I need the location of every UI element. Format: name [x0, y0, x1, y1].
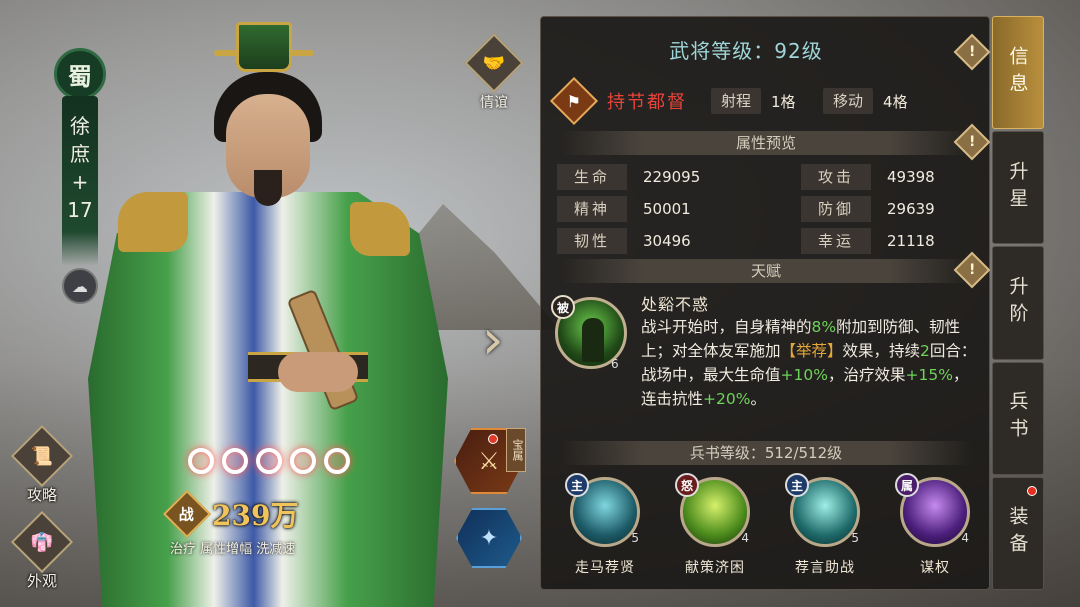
attr-label: 韧性 — [557, 228, 627, 254]
attr-label: 幸运 — [801, 228, 871, 254]
info-icon[interactable]: ! — [953, 33, 991, 71]
skill-item[interactable]: 主 5 走马荐贤 — [555, 473, 655, 577]
move-stat: 移动 4格 — [823, 87, 918, 115]
hero-shoulder-right — [350, 202, 410, 256]
skill-level: 5 — [631, 531, 639, 545]
talent-level: 6 — [611, 357, 619, 371]
skill-item[interactable]: 怒 4 献策济困 — [665, 473, 765, 577]
notification-dot — [1027, 485, 1037, 496]
hero-hat — [236, 22, 292, 72]
skill-name: 走马荐贤 — [575, 560, 635, 576]
tab-equipment-label: 装备 — [1006, 506, 1029, 561]
star-bead — [324, 448, 350, 474]
tab-war-book[interactable]: 兵书 — [992, 361, 1044, 475]
star-rank — [188, 448, 350, 474]
range-value: 1格 — [771, 92, 796, 111]
skill-level: 4 — [961, 531, 969, 545]
next-hero-arrow-icon[interactable]: › — [482, 310, 522, 370]
notification-dot — [488, 434, 498, 444]
hero-name-banner: 徐 庶 + 17 — [62, 96, 98, 266]
hero-hands — [278, 352, 358, 392]
star-bead — [290, 448, 316, 474]
appearance-label: 外观 — [26, 572, 57, 590]
attr-label: 防御 — [801, 196, 871, 222]
tab-rank-up[interactable]: 升阶 — [992, 246, 1044, 360]
treasure-tag: 宝属 — [506, 428, 526, 472]
attr-value: 49398 — [887, 168, 935, 186]
role-name: 持节都督 — [607, 92, 687, 113]
skill-level: 5 — [851, 531, 859, 545]
friendship-label: 情谊 — [480, 95, 508, 111]
skill-name: 谋权 — [920, 560, 950, 576]
hero-beard — [254, 170, 282, 206]
hero-info-panel: 武将等级：92级 ! ⚑ 持节都督 射程 1格 移动 4格 属性预览 ! 生命 … — [540, 16, 991, 590]
range-label: 射程 — [711, 88, 762, 114]
tab-info[interactable]: 信息 — [992, 16, 1044, 130]
star-bead — [188, 448, 214, 474]
skill-type-badge: 主 — [785, 473, 809, 497]
handshake-icon: 🤝 — [482, 52, 506, 74]
battle-power: 战 239万 — [162, 489, 299, 539]
attribute-grid: 生命 229095 攻击 49398 精神 50001 防御 29639 韧性 … — [557, 161, 977, 257]
voice-toggle-icon[interactable]: ☁ — [62, 268, 98, 304]
attr-section-title: 属性预览 — [561, 131, 971, 155]
attr-label: 攻击 — [801, 164, 871, 190]
move-label: 移动 — [823, 88, 874, 114]
talent-section-title: 天赋 — [561, 259, 971, 283]
constellation-icon: ✦ — [479, 525, 499, 551]
friendship-button[interactable]: 🤝 情谊 — [464, 33, 524, 112]
skill-type-badge: 属 — [895, 473, 919, 497]
attr-value: 50001 — [643, 200, 691, 218]
attr-value: 30496 — [643, 232, 691, 250]
skill-item[interactable]: 主 5 荐言助战 — [775, 473, 875, 577]
buff-link[interactable]: 【举荐】 — [781, 342, 843, 360]
attr-label: 精神 — [557, 196, 627, 222]
hero-name-char: 庶 — [70, 142, 90, 166]
role-row: ⚑ 持节都督 射程 1格 移动 4格 — [549, 76, 981, 126]
side-tabs: 信息 升星 升阶 兵书 装备 — [992, 16, 1044, 591]
battle-power-value: 239万 — [212, 499, 299, 532]
attribute-row: 精神 50001 防御 29639 — [557, 193, 977, 225]
book-level-title: 兵书等级：512/512级 — [561, 441, 971, 465]
appearance-button[interactable]: 👘 外观 — [10, 510, 74, 591]
skill-name: 荐言助战 — [795, 560, 855, 576]
passive-badge: 被 — [551, 295, 575, 319]
tab-equipment[interactable]: 装备 — [992, 476, 1044, 591]
spear-icon: ⚔ — [478, 447, 500, 475]
attr-value: 229095 — [643, 168, 701, 186]
hero-name-char: + — [71, 170, 89, 194]
skill-type-badge: 怒 — [675, 473, 699, 497]
talent-description: 战斗开始时，自身精神的8%附加到防御、韧性上；对全体友军施加【举荐】效果，持续2… — [641, 318, 977, 408]
skill-list: 主 5 走马荐贤 怒 4 献策济困 主 5 荐言助战 属 4 谋权 — [555, 473, 985, 577]
strategy-button[interactable]: 📜 攻略 — [10, 424, 74, 505]
skill-item[interactable]: 属 4 谋权 — [885, 473, 985, 577]
star-bead — [256, 448, 282, 474]
faction-badge: 蜀 徐 庶 + 17 — [52, 48, 108, 266]
role-class-icon: ⚑ — [549, 76, 599, 126]
skill-name: 献策济困 — [685, 560, 745, 576]
hero-level-title: 武将等级：92级 — [669, 39, 823, 63]
strategy-label: 攻略 — [26, 486, 57, 504]
skill-type-badge: 主 — [565, 473, 589, 497]
scroll-icon: 📜 — [30, 445, 54, 467]
attribute-row: 生命 229095 攻击 49398 — [557, 161, 977, 193]
star-bead — [222, 448, 248, 474]
skill-level: 4 — [741, 531, 749, 545]
hero-name-char: 徐 — [70, 114, 90, 138]
hero-shoulder-left — [118, 192, 188, 252]
robe-icon: 👘 — [30, 531, 54, 553]
battle-power-icon: 战 — [162, 489, 212, 539]
hero-name-char: 17 — [67, 198, 93, 222]
attr-label: 生命 — [557, 164, 627, 190]
tab-star-up[interactable]: 升星 — [992, 131, 1044, 245]
attr-value: 29639 — [887, 200, 935, 218]
faction-emblem: 蜀 — [54, 48, 106, 100]
hero-role-tags: 治疗 属性增幅 洗减速 — [170, 542, 296, 557]
attribute-row: 韧性 30496 幸运 21118 — [557, 225, 977, 257]
attr-value: 21118 — [887, 232, 935, 250]
range-stat: 射程 1格 — [711, 87, 823, 115]
move-value: 4格 — [883, 92, 908, 111]
talent-name: 处谿不惑 — [641, 295, 710, 314]
